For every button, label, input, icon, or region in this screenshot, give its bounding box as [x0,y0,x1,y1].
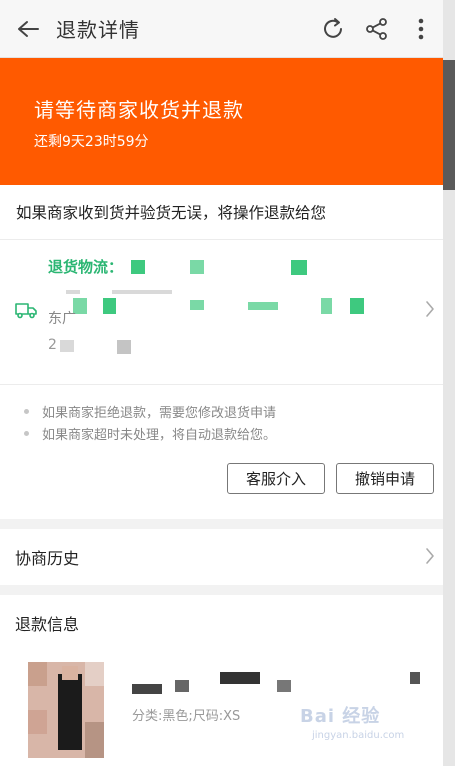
logistics-title: 退货物流： [48,258,124,276]
thumb-tile [28,710,47,734]
thumb-tile [58,674,82,750]
product-thumbnail [28,662,104,758]
share-icon [366,17,387,40]
refund-detail-screen: 退款详情 请等待商家收货并退款 还剩9天23时59分 如果商家收到货并验货无误，… [0,0,443,766]
redacted-block [112,290,172,294]
product-item[interactable]: 分类:黑色;尺码:XS Bai 经验 jingyan.baidu.com [0,650,443,766]
refresh-button[interactable] [311,0,355,58]
status-text: 请等待商家收货并退款 [34,98,244,122]
watermark-logo: Bai 经验 [300,706,381,727]
back-button[interactable] [0,0,56,58]
share-button[interactable] [355,0,399,58]
thumb-tile [85,722,104,758]
status-banner: 请等待商家收货并退款 还剩9天23时59分 [0,58,443,185]
negotiation-history-row[interactable]: 协商历史 [0,529,443,585]
edge-shadow [443,60,455,190]
tip-item: 如果商家拒绝退款，需要您修改退货申请 [24,400,443,422]
redacted-block [220,672,260,684]
chevron-right-icon [426,301,434,317]
redacted-block [132,684,162,694]
tip-text: 如果商家拒绝退款，需要您修改退货申请 [42,405,277,421]
bullet-dot [24,430,29,436]
customer-service-button[interactable]: 客服介入 [227,463,325,494]
redacted-block [190,300,204,310]
tip-item: 如果商家超时未处理，将自动退款给您。 [24,422,443,444]
refund-tips: 如果商家拒绝退款，需要您修改退货申请 如果商家超时未处理，将自动退款给您。 [0,385,443,463]
redacted-block [66,290,80,294]
thumb-tile [62,666,78,680]
countdown-text: 还剩9天23时59分 [34,134,149,150]
refund-info-label: 退款信息 [15,615,80,634]
redacted-block [190,260,204,274]
redacted-block [248,302,278,310]
redacted-block [350,298,364,314]
cancel-request-button[interactable]: 撤销申请 [336,463,434,494]
arrow-left-icon [18,20,39,37]
product-spec: 分类:黑色;尺码:XS [132,709,241,724]
action-buttons: 客服介入 撤销申请 [0,463,443,519]
chevron-right-icon [426,548,434,564]
page-title: 退款详情 [56,18,140,42]
negotiation-history-label: 协商历史 [15,549,80,568]
screen-edge [443,0,455,766]
redacted-block [131,260,145,274]
redacted-block [410,672,420,684]
more-button[interactable] [399,0,443,58]
refund-status-card: 如果商家收到货并验货无误，将操作退款给您 退货物流： 东广 2 如果商家拒绝退款… [0,185,443,519]
watermark-url: jingyan.baidu.com [312,730,405,741]
logistics-time-line: 2 [48,337,57,353]
truck-icon [15,303,37,319]
refund-info-row: 退款信息 [0,595,443,651]
redacted-block [175,680,189,692]
more-vertical-icon [418,18,424,39]
thumb-tile [85,662,104,686]
merchant-notice: 如果商家收到货并验货无误，将操作退款给您 [0,185,443,240]
redacted-block [117,340,131,354]
redacted-block [321,298,332,314]
return-logistics[interactable]: 退货物流： 东广 2 [0,240,443,385]
thumb-tile [28,662,47,686]
refresh-icon [324,17,342,38]
top-bar: 退款详情 [0,0,443,58]
bullet-dot [24,408,29,414]
redacted-block [277,680,291,692]
redacted-block [103,298,116,314]
tip-text: 如果商家超时未处理，将自动退款给您。 [42,427,277,443]
redacted-block [291,260,307,275]
logistics-address-line: 东广 [48,311,76,327]
redacted-block [60,340,74,352]
